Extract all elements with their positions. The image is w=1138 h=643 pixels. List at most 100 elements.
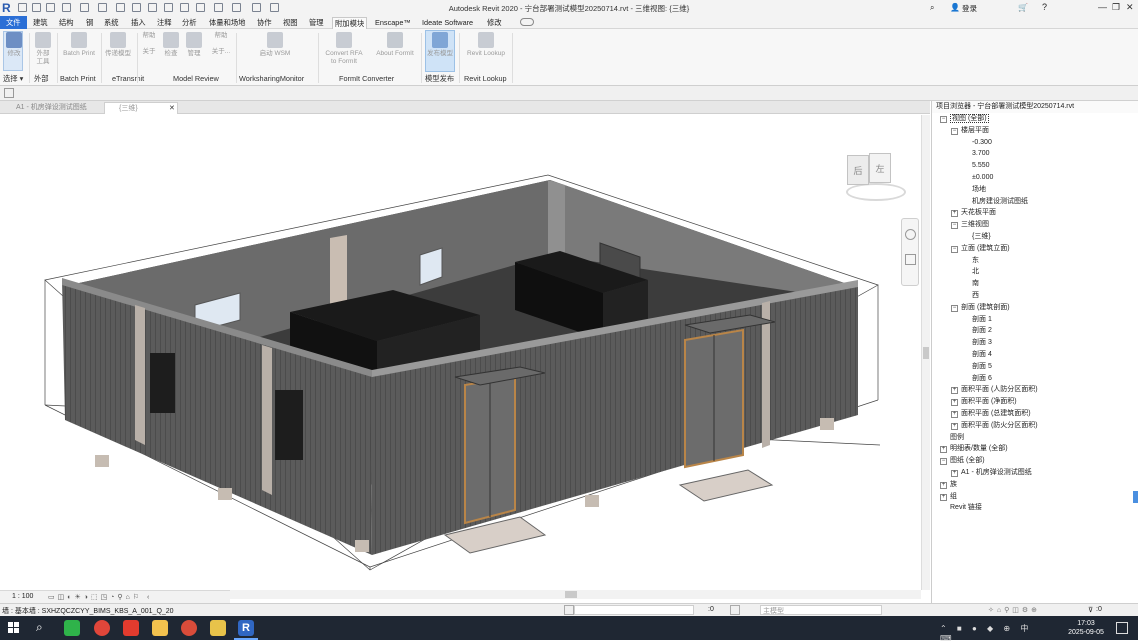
- browser-item[interactable]: 剖面 5: [972, 362, 992, 372]
- browser-item[interactable]: 北: [972, 267, 979, 277]
- external-tools-button[interactable]: 外部 工具: [32, 32, 54, 66]
- browser-item[interactable]: 面积平面 (总建筑面积): [961, 409, 1031, 419]
- tab-manage[interactable]: 管理: [307, 17, 326, 29]
- tab-insert[interactable]: 插入: [129, 17, 148, 29]
- navigation-bar[interactable]: [901, 218, 919, 286]
- browser-item[interactable]: 3.700: [972, 149, 990, 159]
- zoom-icon[interactable]: [905, 254, 916, 265]
- tab-analyze[interactable]: 分析: [180, 17, 199, 29]
- viewcube-face-back[interactable]: 后: [847, 155, 869, 185]
- browser-item[interactable]: 剖面 4: [972, 350, 992, 360]
- close-tab-icon[interactable]: ✕: [169, 103, 175, 114]
- tab-annotate[interactable]: 注释: [155, 17, 174, 29]
- file-explorer-icon[interactable]: [152, 620, 168, 636]
- browser-item[interactable]: 南: [972, 279, 979, 289]
- browser-item[interactable]: 面积平面 (防火分区面积): [961, 421, 1038, 431]
- tab-architecture[interactable]: 建筑: [31, 17, 50, 29]
- app-red-icon[interactable]: [123, 620, 139, 636]
- expand-icon[interactable]: +: [940, 481, 947, 489]
- tab-collaborate[interactable]: 协作: [255, 17, 274, 29]
- about-formit-button[interactable]: About FormIt: [372, 32, 418, 58]
- tab-addins[interactable]: 附加模块: [332, 17, 368, 29]
- expand-icon[interactable]: +: [951, 210, 958, 218]
- browser-item[interactable]: -0.300: [972, 138, 992, 148]
- model-canvas[interactable]: [0, 115, 921, 590]
- browser-item[interactable]: 剖面 6: [972, 374, 992, 384]
- browser-item[interactable]: 剖面 2: [972, 326, 992, 336]
- collapse-icon[interactable]: −: [951, 127, 958, 135]
- design-option-dropdown[interactable]: 主模型: [760, 605, 882, 615]
- collapse-icon[interactable]: −: [940, 116, 947, 123]
- workset-dropdown[interactable]: [574, 605, 694, 615]
- transmit-model-button[interactable]: 传递模型: [104, 32, 132, 58]
- browser-item[interactable]: 剖面 3: [972, 338, 992, 348]
- cart-icon[interactable]: 🛒: [1018, 3, 1028, 12]
- viewport-horizontal-scrollbar[interactable]: [230, 590, 921, 599]
- browser-item[interactable]: 三维视图: [961, 220, 989, 230]
- browser-item[interactable]: 面积平面 (净面积): [961, 397, 1017, 407]
- collapse-icon[interactable]: −: [951, 245, 958, 253]
- manage-button[interactable]: 管理: [184, 32, 204, 58]
- help-icon[interactable]: ?: [1042, 2, 1047, 12]
- design-options-icon[interactable]: [730, 605, 740, 615]
- collapse-icon[interactable]: −: [940, 458, 947, 466]
- browser-item[interactable]: ±0.000: [972, 173, 993, 183]
- browser-item[interactable]: 机房建设测试图纸: [972, 197, 1028, 207]
- expand-icon[interactable]: +: [940, 493, 947, 501]
- browser-item[interactable]: 剖面 (建筑剖面): [961, 303, 1010, 313]
- help-about-button[interactable]: 帮助 关于: [140, 32, 158, 56]
- scroll-thumb[interactable]: [923, 347, 929, 359]
- restore-button[interactable]: ❐: [1112, 2, 1120, 13]
- batch-print-button[interactable]: Batch Print: [60, 32, 98, 58]
- revit-taskbar-icon[interactable]: R: [238, 620, 254, 636]
- browser-item[interactable]: A1 - 机房弹设测试图纸: [961, 468, 1032, 478]
- browser-item[interactable]: 图纸 (全部): [950, 456, 985, 466]
- expand-icon[interactable]: +: [951, 399, 958, 407]
- tab-systems[interactable]: 系统: [102, 17, 121, 29]
- tab-steel[interactable]: 钢: [84, 17, 95, 29]
- expand-icon[interactable]: +: [940, 446, 947, 454]
- collapse-icon[interactable]: −: [951, 222, 958, 230]
- worksets-icon[interactable]: [564, 605, 574, 615]
- windows-start-icon[interactable]: [8, 622, 20, 634]
- browser-item[interactable]: 西: [972, 291, 979, 301]
- search-icon[interactable]: ⌕: [930, 3, 934, 13]
- signin-label[interactable]: 登录: [962, 3, 977, 14]
- 3d-viewport[interactable]: 后 左: [0, 115, 921, 590]
- tab-structure[interactable]: 结构: [57, 17, 76, 29]
- expand-icon[interactable]: +: [951, 411, 958, 418]
- browser-item[interactable]: 组: [950, 492, 957, 502]
- browser-item[interactable]: {三维}: [972, 232, 991, 242]
- start-wsm-button[interactable]: 启动 WSM: [256, 32, 294, 58]
- browser-item[interactable]: 楼层平面: [961, 126, 989, 136]
- system-tray-icons[interactable]: ⌃ ■ ● ◆ ⊕ 中 ⌨: [940, 623, 1050, 643]
- tab-enscape[interactable]: Enscape™: [373, 17, 413, 29]
- wechat-icon[interactable]: [64, 620, 80, 636]
- panel-select[interactable]: 选择 ▾: [3, 74, 23, 84]
- browser-item[interactable]: 明细表/数量 (全部): [950, 444, 1008, 454]
- browser-item[interactable]: 天花板平面: [961, 208, 996, 218]
- tab-toggle-icon[interactable]: [520, 18, 534, 26]
- close-button[interactable]: ✕: [1126, 2, 1134, 13]
- convert-rfa-button[interactable]: Convert RFA to FormIt: [322, 32, 366, 66]
- minimize-button[interactable]: —: [1098, 2, 1107, 12]
- browser-item[interactable]: 图例: [950, 433, 964, 443]
- doc-tab-sheet[interactable]: A1 - 机房弹设测试图纸: [2, 102, 102, 114]
- browser-item[interactable]: Revit 链接: [950, 503, 982, 513]
- view-scale[interactable]: 1 : 100: [12, 593, 33, 600]
- browser-item[interactable]: 东: [972, 256, 979, 266]
- revit-lookup-button[interactable]: Revit Lookup: [462, 32, 510, 58]
- check-button[interactable]: 检查: [162, 32, 180, 58]
- browser-item[interactable]: 面积平面 (人防分区面积): [961, 385, 1038, 395]
- tab-file[interactable]: 文件: [0, 16, 27, 29]
- chrome-icon[interactable]: [94, 620, 110, 636]
- browser-item[interactable]: 5.550: [972, 161, 990, 171]
- browser-item[interactable]: 族: [950, 480, 957, 490]
- tab-view[interactable]: 视图: [281, 17, 300, 29]
- expand-icon[interactable]: +: [951, 387, 958, 395]
- steering-wheel-icon[interactable]: [905, 229, 916, 240]
- tab-ideate[interactable]: Ideate Software: [420, 17, 475, 29]
- doc-tab-3d[interactable]: {三维} ✕: [104, 102, 178, 114]
- search-taskbar-icon[interactable]: ⌕: [36, 620, 43, 635]
- user-icon[interactable]: 👤: [950, 3, 960, 12]
